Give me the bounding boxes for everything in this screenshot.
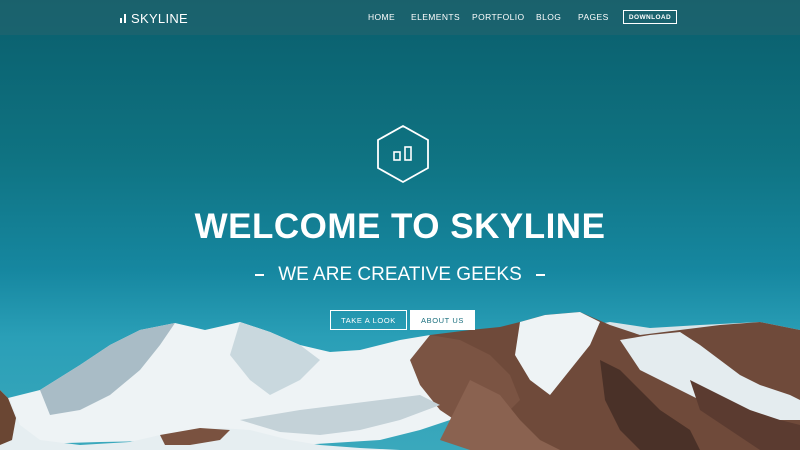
hero-subtitle: WE ARE CREATIVE GEEKS <box>278 264 522 285</box>
nav-link-elements[interactable]: ELEMENTS <box>411 12 460 22</box>
brand-logo[interactable]: SKYLINE <box>120 10 188 26</box>
nav-link-home[interactable]: HOME <box>368 12 395 22</box>
take-a-look-button[interactable]: TAKE A LOOK <box>330 310 407 330</box>
hero-subtitle-row: WE ARE CREATIVE GEEKS <box>0 264 800 286</box>
brand-name: SKYLINE <box>131 10 189 26</box>
about-us-button[interactable]: ABOUT US <box>410 310 475 330</box>
nav-link-pages[interactable]: PAGES <box>578 12 609 22</box>
subtitle-right-dash <box>535 274 545 276</box>
subtitle-left-dash <box>255 274 265 276</box>
hero-title: WELCOME TO SKYLINE <box>194 207 606 246</box>
top-navbar: SKYLINE HOME ELEMENTS PORTFOLIO BLOG PAG… <box>0 0 800 35</box>
download-button[interactable]: DOWNLOAD <box>623 10 677 24</box>
hexagon-bar-chart-icon <box>377 124 429 184</box>
bar-chart-icon <box>120 13 126 23</box>
nav-link-blog[interactable]: BLOG <box>536 12 561 22</box>
nav-link-portfolio[interactable]: PORTFOLIO <box>472 12 525 22</box>
